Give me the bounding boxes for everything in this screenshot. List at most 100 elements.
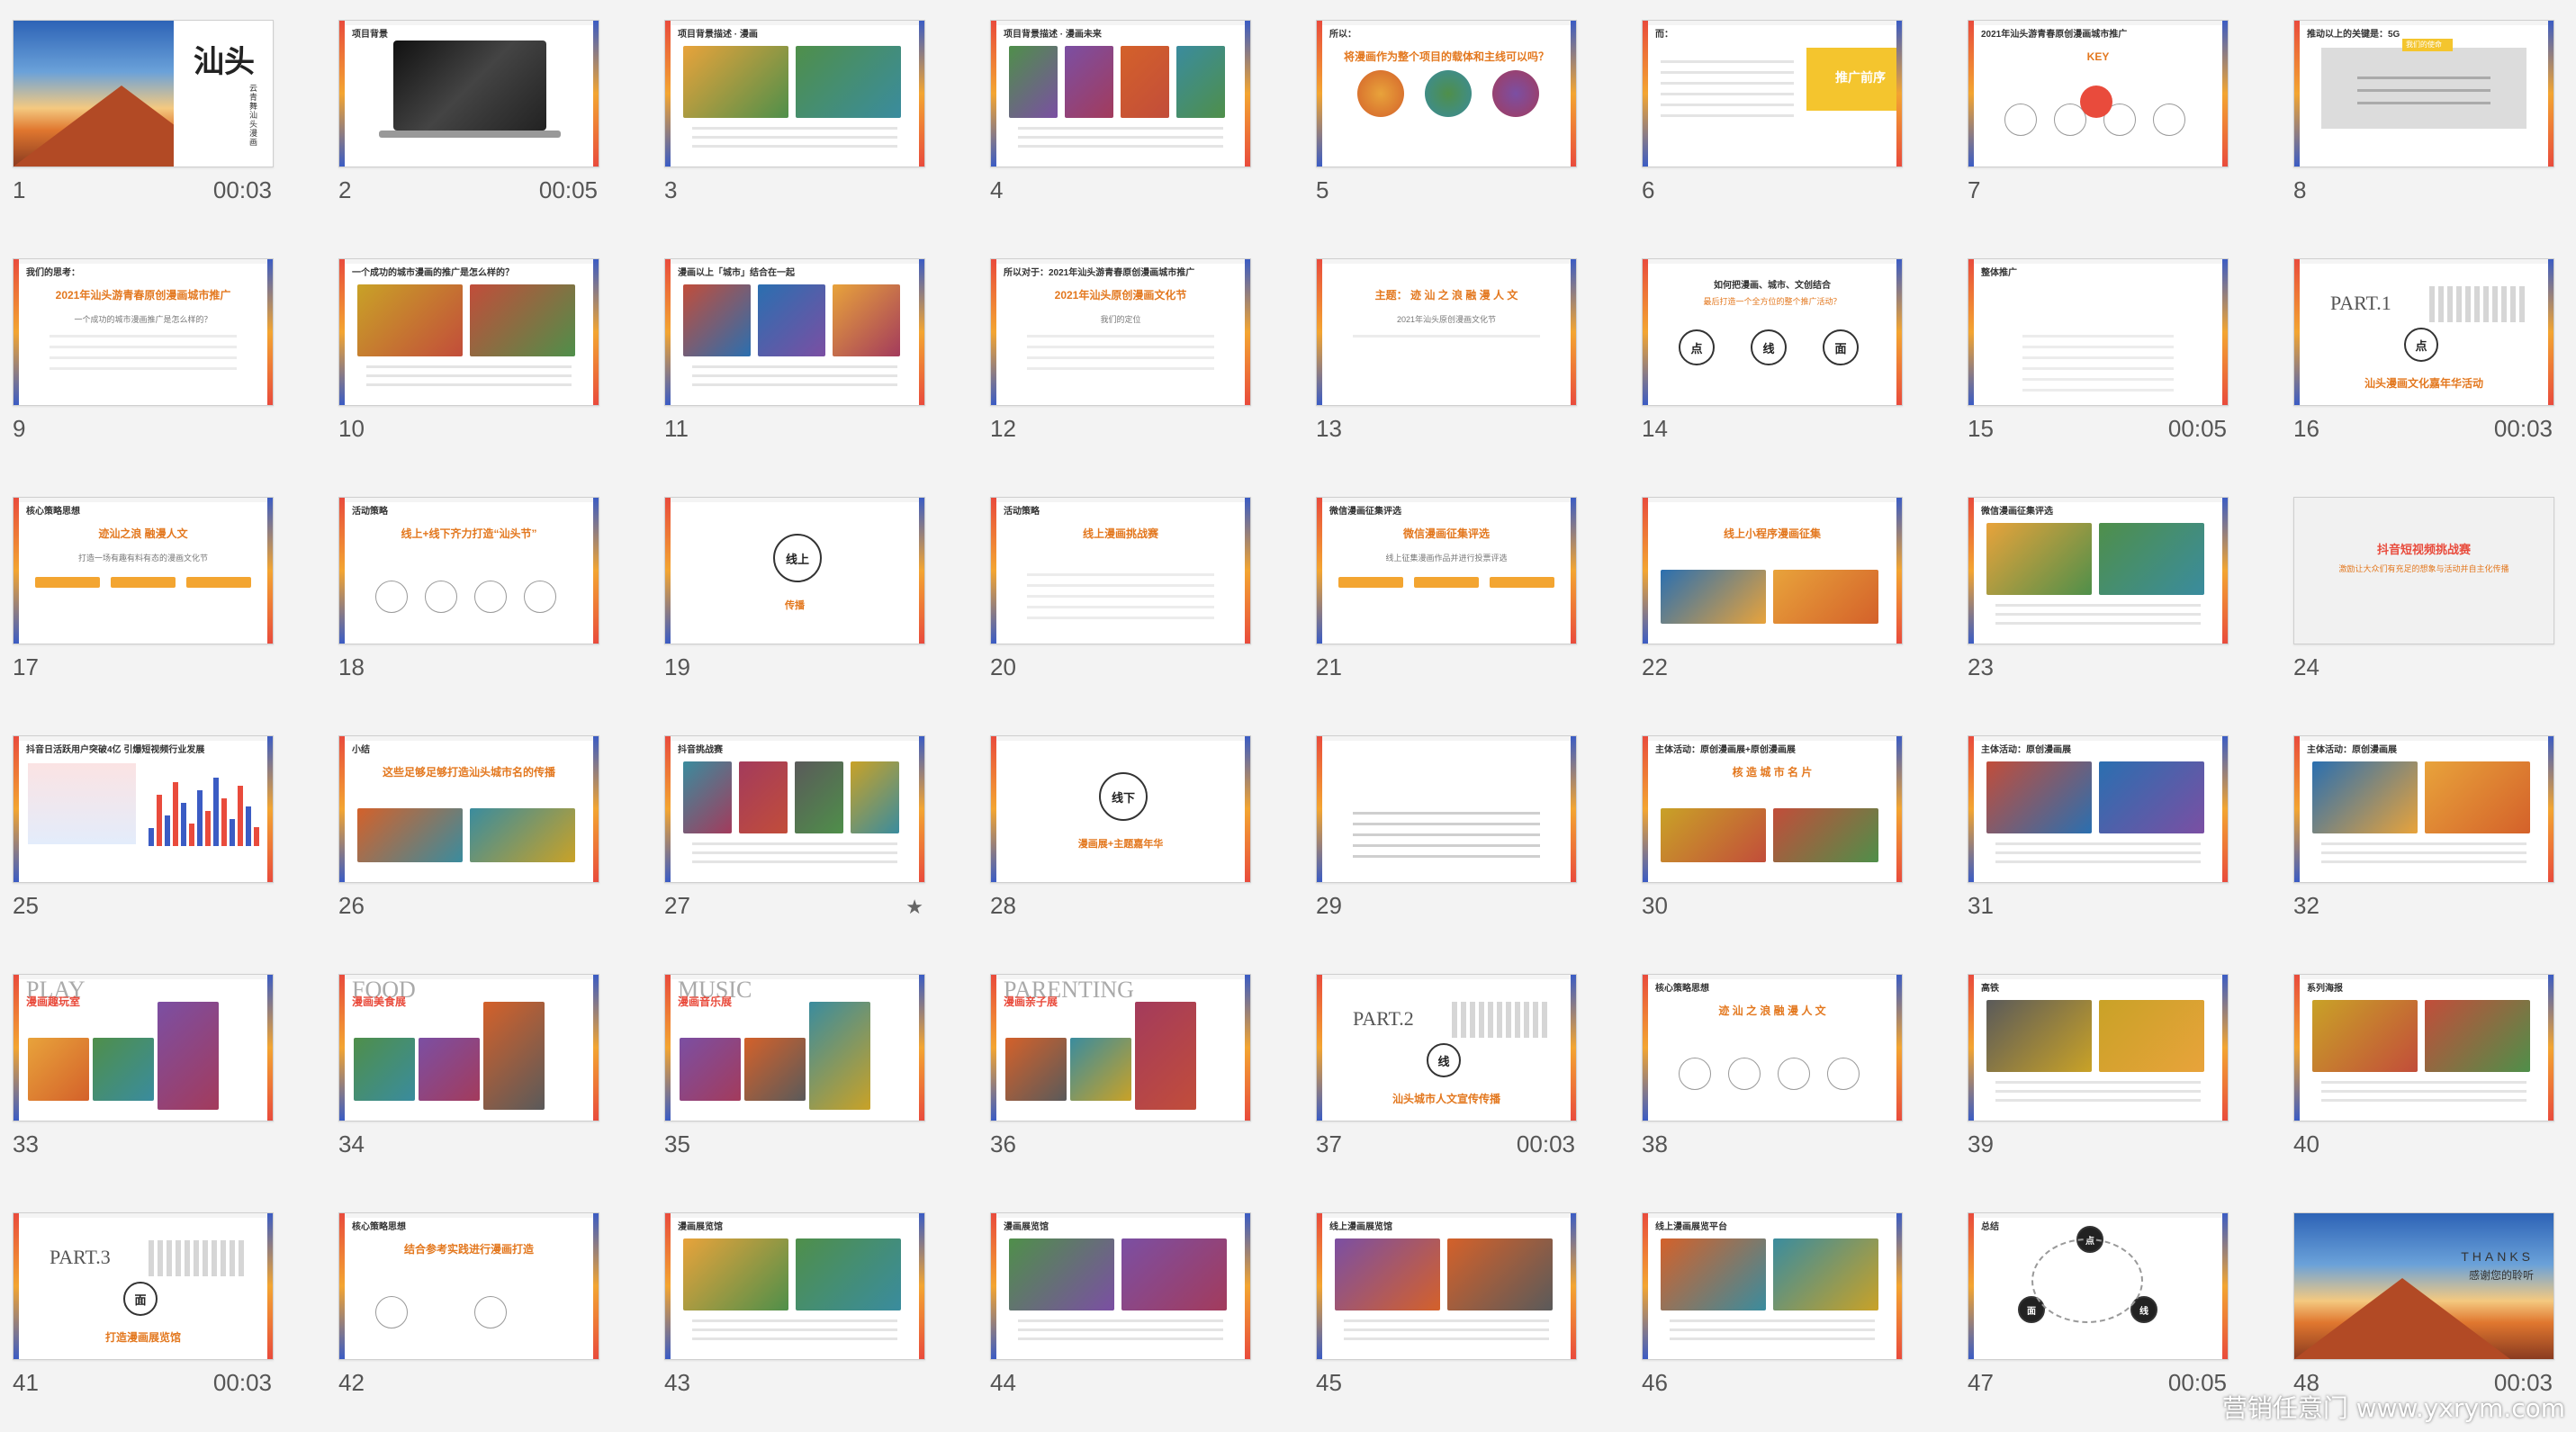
slide-thumbnail[interactable]: 漫画以上「城市」结合在一起 11 bbox=[652, 239, 977, 477]
slide-thumbnail[interactable]: PART.2PART.2线汕头城市人文宣传传播3700:03 bbox=[1303, 954, 1629, 1193]
slide-thumbnail[interactable]: 如何把漫画、城市、文创结合 最后打造一个全方位的整个推广活动？ 点线面 14 bbox=[1629, 239, 1955, 477]
slide-preview[interactable]: 项目背景 bbox=[338, 20, 599, 167]
slide-thumbnail[interactable]: FOODFOOD漫画美食展 34 bbox=[326, 954, 652, 1193]
slide-thumbnail[interactable]: 汕头 云青舞汕头漫画 1 00:03 bbox=[0, 0, 326, 239]
slide-preview[interactable]: 小结 这些足够足够打造汕头城市名的传播 bbox=[338, 735, 599, 883]
accent-stripe-right bbox=[1571, 21, 1576, 167]
slide-preview[interactable]: MUSICMUSIC漫画音乐展 bbox=[664, 974, 925, 1121]
slide-thumbnail[interactable]: 线上 传播 19 bbox=[652, 477, 977, 716]
slide-thumbnail[interactable]: 漫画展览馆 44 bbox=[977, 1193, 1303, 1431]
slide-preview[interactable]: 线上 传播 bbox=[664, 497, 925, 644]
slide-preview[interactable]: 所以： 将漫画作为整个项目的载体和主线可以吗？ bbox=[1316, 20, 1577, 167]
slide-thumbnail[interactable]: 推动以上的关键是：5G 我们的使命 8 bbox=[2281, 0, 2576, 239]
tag-bar bbox=[186, 577, 251, 588]
slide-thumbnail[interactable]: 线下 漫画展+主题嘉年华 28 bbox=[977, 716, 1303, 954]
slide-preview[interactable]: 高铁 bbox=[1968, 974, 2229, 1121]
slide-thumbnail[interactable]: 主体活动：原创漫画展+原创漫画展核 造 城 市 名 片 30 bbox=[1629, 716, 1955, 954]
slide-preview[interactable]: PART.3PART.3面打造漫画展览馆 bbox=[13, 1212, 274, 1360]
slide-preview[interactable]: 推动以上的关键是：5G 我们的使命 bbox=[2293, 20, 2554, 167]
slide-preview[interactable]: 微信漫画征集评选 bbox=[1968, 497, 2229, 644]
slide-preview[interactable]: 总结点线面 bbox=[1968, 1212, 2229, 1360]
slide-thumbnail[interactable]: PLAYPLAY漫画趣玩室 33 bbox=[0, 954, 326, 1193]
slide-preview[interactable]: 所以对于：2021年汕头游青春原创漫画城市推广 2021年汕头原创漫画文化节 我们的… bbox=[990, 258, 1251, 406]
slide-preview[interactable]: PARENTINGPARENTING漫画亲子展 bbox=[990, 974, 1251, 1121]
slide-thumbnail[interactable]: 活动策略 线上+线下齐力打造“汕头节” 18 bbox=[326, 477, 652, 716]
slide-preview[interactable]: 抖音日活跃用户突破4亿 引爆短视频行业发展 bbox=[13, 735, 274, 883]
slide-preview[interactable]: 抖音短视频挑战赛 激励让大众们有充足的想象与活动并自主化传播 bbox=[2293, 497, 2554, 644]
slide-preview[interactable]: 主题： 迹 汕 之 浪 融 漫 人 文 2021年汕头原创漫画文化节 bbox=[1316, 258, 1577, 406]
slide-preview[interactable]: 而： 推广前序 bbox=[1642, 20, 1903, 167]
slide-preview[interactable]: FOODFOOD漫画美食展 bbox=[338, 974, 599, 1121]
slide-preview[interactable]: 主体活动：原创漫画展+原创漫画展核 造 城 市 名 片 bbox=[1642, 735, 1903, 883]
slide-thumbnail[interactable]: 线上漫画展览馆 45 bbox=[1303, 1193, 1629, 1431]
slide-thumbnail[interactable]: 线上漫画展览平台 46 bbox=[1629, 1193, 1955, 1431]
slide-preview[interactable]: 项目背景描述 · 漫画未来 bbox=[990, 20, 1251, 167]
slide-preview[interactable]: PART.2PART.2线汕头城市人文宣传传播 bbox=[1316, 974, 1577, 1121]
slide-preview[interactable]: 漫画展览馆 bbox=[664, 1212, 925, 1360]
slide-preview[interactable]: PART.1PART.1点汕头漫画文化嘉年华活动 bbox=[2293, 258, 2554, 406]
slide-thumbnail[interactable]: 抖音短视频挑战赛 激励让大众们有充足的想象与活动并自主化传播 24 bbox=[2281, 477, 2576, 716]
slide-preview[interactable]: 汕头原创漫画文化节时间规划 bbox=[1316, 735, 1577, 883]
slide-preview[interactable]: 活动策略 线上漫画挑战赛 bbox=[990, 497, 1251, 644]
slide-preview[interactable]: 核心策略思想迹 汕 之 浪 融 漫 人 文 bbox=[1642, 974, 1903, 1121]
slide-thumbnail[interactable]: 而： 推广前序 6 bbox=[1629, 0, 1955, 239]
slide-thumbnail[interactable]: 微信漫画征集评选 微信漫画征集评选 线上征集漫画作品并进行投票评选 21 bbox=[1303, 477, 1629, 716]
slide-thumbnail[interactable]: 核心策略思想 迹汕之浪 融漫人文 打造一场有趣有料有态的漫画文化节 17 bbox=[0, 477, 326, 716]
slide-preview[interactable]: 如何把漫画、城市、文创结合 最后打造一个全方位的整个推广活动？ 点线面 bbox=[1642, 258, 1903, 406]
slide-thumbnail[interactable]: 整体推广 15 00:05 bbox=[1955, 239, 2281, 477]
slide-thumbnail[interactable]: 主体活动：原创漫画展 32 bbox=[2281, 716, 2576, 954]
slide-preview[interactable]: 一个成功的城市漫画的推广是怎么样的？ bbox=[338, 258, 599, 406]
slide-thumbnail[interactable]: PART.1PART.1点汕头漫画文化嘉年华活动1600:03 bbox=[2281, 239, 2576, 477]
slide-thumbnail[interactable]: PARENTINGPARENTING漫画亲子展 36 bbox=[977, 954, 1303, 1193]
slide-thumbnail[interactable]: 主体活动：原创漫画展 31 bbox=[1955, 716, 2281, 954]
slide-preview[interactable]: 主体活动：原创漫画展 bbox=[1968, 735, 2229, 883]
slide-thumbnail[interactable]: 主题： 迹 汕 之 浪 融 漫 人 文 2021年汕头原创漫画文化节 13 bbox=[1303, 239, 1629, 477]
slide-thumbnail[interactable]: 小结 这些足够足够打造汕头城市名的传播 26 bbox=[326, 716, 652, 954]
slide-preview[interactable]: 活动策略 线上+线下齐力打造“汕头节” bbox=[338, 497, 599, 644]
slide-thumbnail[interactable]: 所以对于：2021年汕头游青春原创漫画城市推广 2021年汕头原创漫画文化节 我们的… bbox=[977, 239, 1303, 477]
photo bbox=[357, 284, 463, 356]
slide-thumbnail[interactable]: 核心策略思想迹 汕 之 浪 融 漫 人 文 38 bbox=[1629, 954, 1955, 1193]
slide-preview[interactable]: 项目背景描述 · 漫画 bbox=[664, 20, 925, 167]
slide-preview[interactable]: 线上漫画展览平台 bbox=[1642, 1212, 1903, 1360]
slide-preview[interactable]: 核心策略思想 结合参考实践进行漫画打造 bbox=[338, 1212, 599, 1360]
slide-preview[interactable]: 线上小程序漫画征集 bbox=[1642, 497, 1903, 644]
slide-preview[interactable]: 抖音挑战赛 bbox=[664, 735, 925, 883]
slide-preview[interactable]: 系列海报 bbox=[2293, 974, 2554, 1121]
slide-preview[interactable]: 微信漫画征集评选 微信漫画征集评选 线上征集漫画作品并进行投票评选 bbox=[1316, 497, 1577, 644]
slide-thumbnail[interactable]: 漫画展览馆 43 bbox=[652, 1193, 977, 1431]
slide-preview[interactable]: 整体推广 bbox=[1968, 258, 2229, 406]
slide-thumbnail[interactable]: 抖音挑战赛 27 ★ bbox=[652, 716, 977, 954]
slide-preview[interactable]: 漫画展览馆 bbox=[990, 1212, 1251, 1360]
slide-thumbnail[interactable]: MUSICMUSIC漫画音乐展 35 bbox=[652, 954, 977, 1193]
slide-thumbnail[interactable]: 项目背景 2 00:05 bbox=[326, 0, 652, 239]
slide-number: 13 bbox=[1316, 415, 1342, 442]
slide-preview[interactable]: 汕头 云青舞汕头漫画 bbox=[13, 20, 274, 167]
slide-thumbnail[interactable]: 微信漫画征集评选 23 bbox=[1955, 477, 2281, 716]
slide-preview[interactable]: 线上漫画展览馆 bbox=[1316, 1212, 1577, 1360]
slide-thumbnail[interactable]: 汕头原创漫画文化节时间规划 29 bbox=[1303, 716, 1629, 954]
slide-preview[interactable]: 2021年汕头游青春原创漫画城市推广 KEY bbox=[1968, 20, 2229, 167]
accent-stripe bbox=[991, 498, 996, 644]
slide-thumbnail[interactable]: 一个成功的城市漫画的推广是怎么样的？ 10 bbox=[326, 239, 652, 477]
slide-preview[interactable]: 我们的思考： 2021年汕头游青春原创漫画城市推广 一个成功的城市漫画推广是怎么样的… bbox=[13, 258, 274, 406]
slide-preview[interactable]: 漫画以上「城市」结合在一起 bbox=[664, 258, 925, 406]
slide-preview[interactable]: 主体活动：原创漫画展 bbox=[2293, 735, 2554, 883]
slide-thumbnail[interactable]: 项目背景描述 · 漫画未来 4 bbox=[977, 0, 1303, 239]
slide-preview[interactable]: 线下 漫画展+主题嘉年华 bbox=[990, 735, 1251, 883]
slide-thumbnail[interactable]: 线上小程序漫画征集 22 bbox=[1629, 477, 1955, 716]
slide-preview[interactable]: PLAYPLAY漫画趣玩室 bbox=[13, 974, 274, 1121]
slide-thumbnail[interactable]: 抖音日活跃用户突破4亿 引爆短视频行业发展 25 bbox=[0, 716, 326, 954]
slide-preview[interactable]: THANKS 感谢您的聆听 bbox=[2293, 1212, 2554, 1360]
text-line bbox=[2321, 1081, 2526, 1084]
slide-thumbnail[interactable]: 活动策略 线上漫画挑战赛 20 bbox=[977, 477, 1303, 716]
slide-thumbnail[interactable]: 系列海报 40 bbox=[2281, 954, 2576, 1193]
slide-thumbnail[interactable]: PART.3PART.3面打造漫画展览馆4100:03 bbox=[0, 1193, 326, 1431]
slide-thumbnail[interactable]: 我们的思考： 2021年汕头游青春原创漫画城市推广 一个成功的城市漫画推广是怎么样的… bbox=[0, 239, 326, 477]
slide-thumbnail[interactable]: 2021年汕头游青春原创漫画城市推广 KEY 7 bbox=[1955, 0, 2281, 239]
slide-thumbnail[interactable]: 核心策略思想 结合参考实践进行漫画打造 42 bbox=[326, 1193, 652, 1431]
slide-thumbnail[interactable]: 高铁 39 bbox=[1955, 954, 2281, 1193]
slide-thumbnail[interactable]: 项目背景描述 · 漫画 3 bbox=[652, 0, 977, 239]
slide-preview[interactable]: 核心策略思想 迹汕之浪 融漫人文 打造一场有趣有料有态的漫画文化节 bbox=[13, 497, 274, 644]
slide-thumbnail[interactable]: 所以： 将漫画作为整个项目的载体和主线可以吗？ 5 bbox=[1303, 0, 1629, 239]
